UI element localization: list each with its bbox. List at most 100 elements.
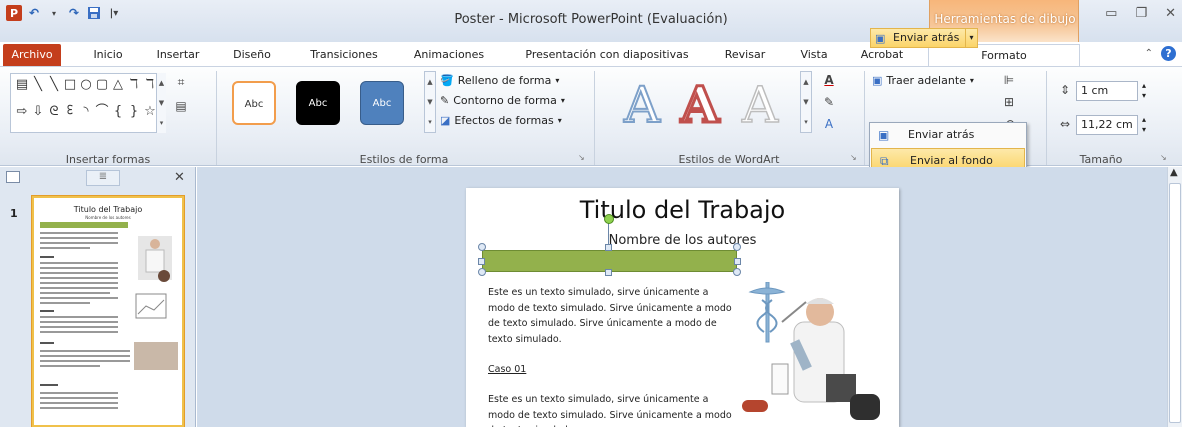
- tab-diseno[interactable]: Diseño: [228, 44, 276, 66]
- wordart-style-sample[interactable]: A: [670, 74, 730, 136]
- text-effects-icon[interactable]: A: [820, 115, 838, 133]
- thumbnail-green-bar: [40, 222, 128, 228]
- text-outline-icon[interactable]: ✎: [820, 93, 838, 111]
- resize-handle[interactable]: [733, 243, 741, 251]
- shapes-gallery-scroll[interactable]: ▲ ▼ ▾: [156, 73, 166, 133]
- expand-gallery-icon[interactable]: ▾: [804, 118, 808, 126]
- tab-insertar[interactable]: Insertar: [150, 44, 206, 66]
- slide-authors[interactable]: Nombre de los autores: [466, 233, 899, 248]
- tab-vista[interactable]: Vista: [794, 44, 834, 66]
- group-separator: [594, 71, 595, 165]
- scroll-up-icon[interactable]: ▲: [1170, 167, 1178, 178]
- tab-inicio[interactable]: Inicio: [86, 44, 130, 66]
- group-objects-icon[interactable]: ⊞: [1000, 93, 1018, 111]
- thumbnail-text-lines: [40, 232, 130, 409]
- shape-style-swatch[interactable]: Abc: [296, 81, 340, 125]
- pencil-icon: ✎: [440, 94, 450, 107]
- send-backward-label: Enviar atrás: [893, 31, 960, 44]
- scroll-down-icon[interactable]: ▼: [159, 99, 164, 107]
- shape-style-swatch[interactable]: Abc: [360, 81, 404, 125]
- textbox-shape-icon[interactable]: ▤: [14, 76, 30, 94]
- resize-handle[interactable]: [605, 269, 612, 276]
- arc-shape-icon[interactable]: ⌒: [94, 103, 110, 121]
- tab-transiciones[interactable]: Transiciones: [300, 44, 388, 66]
- shape-outline-button[interactable]: ✎ Contorno de forma ▾: [440, 91, 565, 111]
- resize-handle[interactable]: [478, 268, 486, 276]
- shape-width-field[interactable]: 11,22 cm: [1076, 115, 1138, 135]
- shape-style-swatch[interactable]: Abc: [232, 81, 276, 125]
- expand-gallery-icon[interactable]: ▾: [428, 118, 432, 126]
- scroll-up-icon[interactable]: ▲: [159, 79, 164, 87]
- slides-tab-icon[interactable]: [6, 171, 20, 183]
- oval-shape-icon[interactable]: ○: [78, 76, 94, 94]
- line-shape-icon[interactable]: ╲: [30, 76, 46, 94]
- resize-handle[interactable]: [605, 244, 612, 251]
- spinner-icon[interactable]: ▴ ▾: [1142, 115, 1146, 135]
- shapes-gallery[interactable]: ▤ ╲ ╲ □ ○ ▢ △ ℸ ℸ ⇨ ⇩ ᘓ ᢄ ◝ ⌒ { } ☆: [10, 73, 166, 133]
- doctor-illustration[interactable]: [742, 282, 898, 427]
- menu-item-send-backward[interactable]: ▣ Enviar atrás: [870, 123, 1026, 147]
- resize-handle[interactable]: [478, 258, 485, 265]
- dialog-launcher-icon[interactable]: ↘: [1160, 153, 1167, 162]
- dialog-launcher-icon[interactable]: ↘: [578, 153, 585, 162]
- resize-handle[interactable]: [478, 243, 486, 251]
- restore-icon[interactable]: ❐: [1135, 6, 1147, 21]
- resize-handle[interactable]: [733, 268, 741, 276]
- align-icon[interactable]: ⊫: [1000, 71, 1018, 89]
- slide-section-heading[interactable]: Caso 01: [488, 362, 738, 378]
- tab-presentacion[interactable]: Presentación con diapositivas: [510, 44, 704, 66]
- arrow-right-shape-icon[interactable]: ⇨: [14, 103, 30, 121]
- wordart-scroll[interactable]: ▲ ▼ ▾: [800, 71, 812, 133]
- text-box-icon[interactable]: ▤: [172, 97, 190, 115]
- line-shape-icon[interactable]: ╲: [46, 76, 62, 94]
- scroll-up-icon[interactable]: ▲: [803, 78, 808, 86]
- close-pane-icon[interactable]: ✕: [174, 170, 185, 185]
- minimize-ribbon-icon[interactable]: ⌃: [1145, 48, 1153, 59]
- arrow-down-shape-icon[interactable]: ⇩: [30, 103, 46, 121]
- slide-paragraph[interactable]: Este es un texto simulado, sirve únicame…: [488, 285, 738, 347]
- shape-fill-button[interactable]: 🪣 Relleno de forma ▾: [440, 71, 565, 91]
- tab-animaciones[interactable]: Animaciones: [408, 44, 490, 66]
- shape-styles-scroll[interactable]: ▲ ▼ ▾: [424, 71, 436, 133]
- tab-archivo[interactable]: Archivo: [3, 44, 61, 66]
- shape-fill-label: Relleno de forma: [457, 74, 552, 87]
- shape-effects-button[interactable]: ◪ Efectos de formas ▾: [440, 111, 565, 131]
- vertical-scrollbar[interactable]: ▲: [1167, 167, 1182, 427]
- rounded-rect-shape-icon[interactable]: ▢: [94, 76, 110, 94]
- expand-gallery-icon[interactable]: ▾: [160, 119, 164, 127]
- close-icon[interactable]: ✕: [1165, 6, 1176, 21]
- scrollbar-thumb[interactable]: [1169, 183, 1181, 423]
- resize-handle[interactable]: [734, 258, 741, 265]
- help-icon[interactable]: ?: [1161, 46, 1176, 61]
- send-backward-button[interactable]: ▣ Enviar atrás ▾: [870, 28, 978, 48]
- bring-forward-button[interactable]: ▣ Traer adelante ▾: [872, 71, 974, 91]
- rotation-handle[interactable]: [604, 214, 614, 224]
- outline-tab-icon[interactable]: ≣: [86, 170, 120, 186]
- tab-revisar[interactable]: Revisar: [720, 44, 770, 66]
- brace-left-shape-icon[interactable]: {: [110, 103, 126, 121]
- slide-thumbnail[interactable]: Titulo del Trabajo Nombre de los autores: [31, 195, 185, 427]
- edit-shape-icon[interactable]: ⌗: [172, 73, 190, 91]
- send-backward-icon: ▣: [875, 32, 886, 45]
- slide-title[interactable]: Titulo del Trabajo: [466, 196, 899, 224]
- scroll-down-icon[interactable]: ▼: [803, 98, 808, 106]
- minimize-icon[interactable]: ▭: [1105, 6, 1117, 21]
- group-separator: [1046, 71, 1047, 165]
- curved-shape-icon[interactable]: ᘓ: [46, 103, 62, 121]
- shape-height-field[interactable]: 1 cm: [1076, 81, 1138, 101]
- slide-paragraph[interactable]: Este es un texto simulado, sirve únicame…: [488, 392, 738, 427]
- freeform-shape-icon[interactable]: ᢄ: [62, 103, 78, 121]
- spinner-icon[interactable]: ▴ ▾: [1142, 81, 1146, 101]
- dialog-launcher-icon[interactable]: ↘: [850, 153, 857, 162]
- chevron-down-icon[interactable]: ▾: [965, 29, 977, 47]
- triangle-shape-icon[interactable]: △: [110, 76, 126, 94]
- text-fill-icon[interactable]: A: [820, 71, 838, 89]
- curve-shape-icon[interactable]: ◝: [78, 103, 94, 121]
- rectangle-shape-icon[interactable]: □: [62, 76, 78, 94]
- scroll-up-icon[interactable]: ▲: [427, 78, 432, 86]
- brace-right-shape-icon[interactable]: }: [126, 103, 142, 121]
- connector-shape-icon[interactable]: ℸ: [126, 76, 142, 94]
- scroll-down-icon[interactable]: ▼: [427, 98, 432, 106]
- wordart-style-sample[interactable]: A: [730, 75, 790, 135]
- wordart-style-sample[interactable]: A: [612, 75, 672, 135]
